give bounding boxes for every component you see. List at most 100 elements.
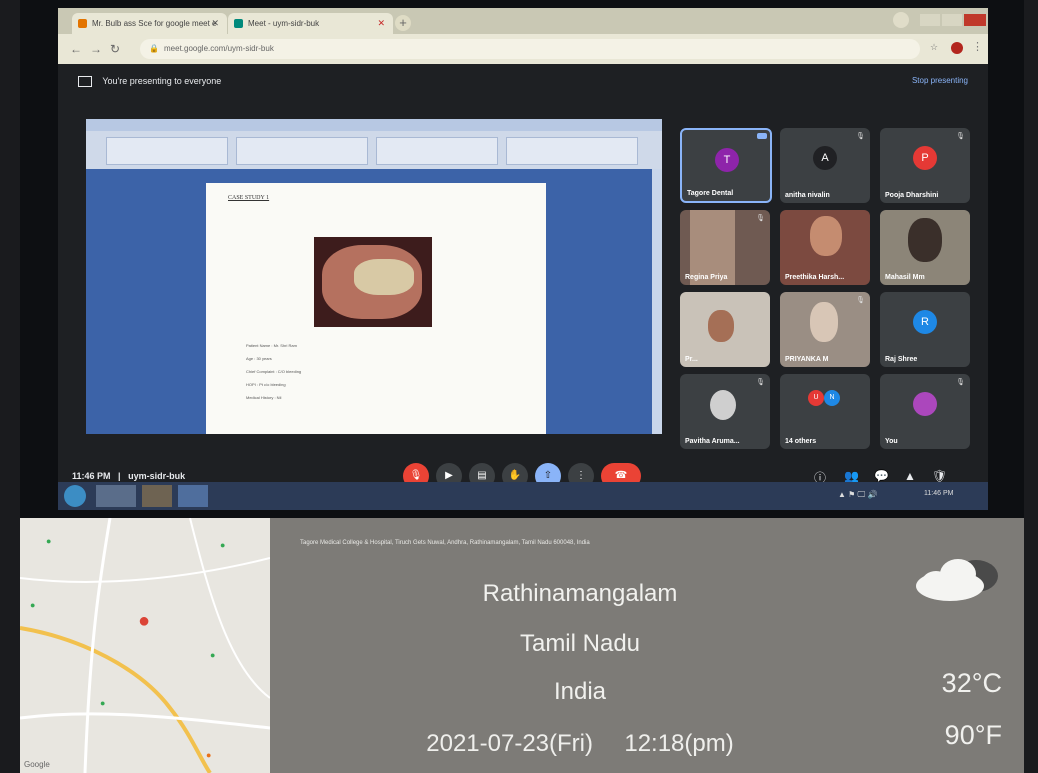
tab-label: Mr. Bulb ass Sce for google meet e <box>92 19 217 28</box>
browser-tab-1[interactable]: Mr. Bulb ass Sce for google meet e ✕ <box>72 13 227 34</box>
video-feed <box>908 218 942 262</box>
tab-favicon-icon <box>78 19 87 28</box>
close-tab-icon[interactable]: ✕ <box>377 13 385 34</box>
country-text: India <box>553 678 607 705</box>
document-scrollbar[interactable] <box>652 169 662 434</box>
participant-tile-self[interactable]: You 🎙 <box>880 374 970 449</box>
reload-icon[interactable]: ↻ <box>110 42 120 56</box>
date-time: 2021-07-23(Fri) 12:18(pm) <box>350 730 810 758</box>
mic-off-icon: 🎙 <box>856 297 865 304</box>
presenting-banner: You're presenting to everyone <box>78 76 222 88</box>
taskbar-app-explorer[interactable] <box>142 485 172 507</box>
participant-tile[interactable]: Regina Priya 🎙 <box>680 210 770 285</box>
taskbar-app-chrome[interactable] <box>96 485 136 507</box>
avatar: T <box>715 148 739 172</box>
forward-icon[interactable]: → <box>90 42 102 56</box>
meet-favicon-icon <box>234 19 243 28</box>
date-text: 2021-07-23(Fri) <box>426 730 593 757</box>
participant-name: Regina Priya <box>685 274 728 281</box>
lock-icon: 🔒 <box>149 44 159 53</box>
time-text: 12:18(pm) <box>624 730 734 757</box>
map-poi-icon: ● <box>100 698 106 708</box>
map-poi-icon: ● <box>210 650 216 660</box>
address-bar-row: ← → ↻ 🔒 meet.google.com/uym-sidr-buk ☆ ⋮ <box>58 34 988 64</box>
mic-off-icon: 🎙 <box>956 133 965 140</box>
participant-name: Pavitha Aruma... <box>685 438 740 445</box>
start-button[interactable] <box>64 485 86 507</box>
back-icon[interactable]: ← <box>70 42 82 56</box>
avatar-photo <box>710 390 736 420</box>
close-window-button[interactable] <box>964 14 986 26</box>
participant-tile[interactable]: P Pooja Dharshini 🎙 <box>880 128 970 203</box>
cloudy-weather-icon <box>916 559 998 601</box>
menu-icon[interactable]: ⋮ <box>972 40 983 53</box>
close-tab-icon[interactable]: ✕ <box>211 13 219 34</box>
maximize-button[interactable] <box>942 14 962 26</box>
avatar: P <box>913 146 937 170</box>
document-line: Medical History : Nil <box>246 395 282 400</box>
participant-tile[interactable]: A anitha nivalin 🎙 <box>780 128 870 203</box>
profile-icon[interactable] <box>893 12 909 28</box>
meeting-code: uym-sidr-buk <box>128 471 186 481</box>
map-roads <box>20 518 270 773</box>
temperature-celsius: 32°C <box>941 668 1002 698</box>
activities-icon[interactable]: ▲ <box>904 469 916 483</box>
participant-tile[interactable]: Pr... <box>680 292 770 367</box>
taskbar-app-word[interactable] <box>178 485 208 507</box>
word-title-bar <box>86 119 662 131</box>
participant-name: PRIYANKA M <box>785 356 829 363</box>
ribbon-group <box>506 137 638 165</box>
ribbon-group <box>106 137 228 165</box>
participant-name: Mahasil Mm <box>885 274 925 281</box>
account-avatar[interactable] <box>951 42 963 54</box>
participant-name: anitha nivalin <box>785 192 830 199</box>
participant-grid: T Tagore Dental A anitha nivalin 🎙 P Poo… <box>680 128 980 449</box>
url-text: meet.google.com/uym-sidr-buk <box>164 44 274 53</box>
tray-icons[interactable]: ▲ ⚑ 🖵 🔊 <box>838 490 877 500</box>
participant-tile[interactable]: Pavitha Aruma... 🎙 <box>680 374 770 449</box>
new-tab-button[interactable]: + <box>395 15 411 31</box>
photo-teeth <box>354 259 414 295</box>
minimize-button[interactable] <box>920 14 940 26</box>
participant-name: Pr... <box>685 356 698 363</box>
map-poi-icon: ● <box>46 536 52 546</box>
participant-tile-others[interactable]: U N 14 others <box>780 374 870 449</box>
document-page: CASE STUDY 1 Patient Name : Mr. Shri Ram… <box>206 183 546 434</box>
host-controls-icon[interactable]: 🛡 <box>932 469 947 483</box>
stop-presenting-button[interactable]: Stop presenting <box>912 76 968 85</box>
participant-name: You <box>885 438 898 445</box>
url-field[interactable]: 🔒 meet.google.com/uym-sidr-buk <box>140 39 920 59</box>
avatar: A <box>813 146 837 170</box>
presenting-text: You're presenting to everyone <box>102 76 222 86</box>
windows-taskbar: ▲ ⚑ 🖵 🔊 11:46 PM <box>58 482 988 510</box>
video-feed <box>810 216 842 256</box>
participant-name: Preethika Harsh... <box>785 274 845 281</box>
chat-icon[interactable]: 💬 <box>874 469 889 483</box>
participant-tile[interactable]: R Raj Shree <box>880 292 970 367</box>
browser-tab-bar: Mr. Bulb ass Sce for google meet e ✕ Mee… <box>58 8 988 34</box>
participant-tile[interactable]: PRIYANKA M 🎙 <box>780 292 870 367</box>
meeting-details: 11:46 PM | uym-sidr-buk <box>72 471 186 481</box>
meeting-time: 11:46 PM <box>72 471 111 481</box>
mic-off-icon: 🎙 <box>856 133 865 140</box>
video-feed <box>708 310 734 342</box>
map-poi-icon: ● <box>206 750 212 760</box>
participant-name: Tagore Dental <box>687 190 734 197</box>
google-logo: Google <box>24 760 50 769</box>
city-text: Rathinamangalam <box>482 580 678 607</box>
video-feed <box>810 302 838 342</box>
participant-name: Raj Shree <box>885 356 918 363</box>
map-poi-icon: ● <box>30 600 36 610</box>
document-line: Chief Complaint : C/O bleeding <box>246 369 302 374</box>
address-text: Tagore Medical College & Hospital, Tiruc… <box>300 540 590 546</box>
participant-tile[interactable]: Mahasil Mm <box>880 210 970 285</box>
document-line: HOPI : Pt c/o bleeding <box>246 382 286 387</box>
participant-tile[interactable]: T Tagore Dental <box>680 128 772 203</box>
people-icon[interactable]: 👥 <box>844 469 859 483</box>
participant-tile[interactable]: Preethika Harsh... <box>780 210 870 285</box>
taskbar-clock[interactable]: 11:46 PM <box>924 490 953 497</box>
browser-tab-2[interactable]: Meet - uym-sidr-buk ✕ <box>228 13 393 34</box>
avatar: R <box>913 310 937 334</box>
location-map: ● ● ● ● ● ● ● Google <box>20 518 270 773</box>
star-icon[interactable]: ☆ <box>930 42 938 53</box>
